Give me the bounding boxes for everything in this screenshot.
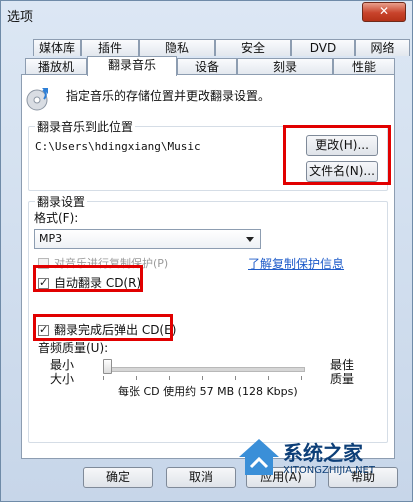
header-description: 指定音乐的存储位置并更改翻录设置。 [66, 89, 271, 103]
tab-player[interactable]: 播放机 [25, 58, 87, 75]
quality-slider-thumb[interactable] [103, 359, 112, 374]
quality-note: 每张 CD 使用约 57 MB (128 Kbps) [118, 385, 298, 398]
tab-row-top: 媒体库 插件 隐私 安全 DVD 网络 [33, 39, 410, 57]
tab-rip-music[interactable]: 翻录音乐 [87, 56, 177, 76]
quality-slider-track[interactable] [103, 367, 305, 372]
rip-location-label: 翻录音乐到此位置 [35, 118, 136, 135]
chevron-down-icon [246, 237, 254, 242]
format-select[interactable]: MP3 [34, 229, 261, 249]
slider-tick [103, 376, 104, 380]
close-button[interactable]: ✕ [362, 2, 406, 22]
quality-min-label-2: 大小 [50, 372, 75, 386]
slider-tick [202, 376, 203, 380]
tab-performance[interactable]: 性能 [333, 58, 395, 75]
highlight-box-buttons [283, 125, 391, 185]
tab-security[interactable]: 安全 [215, 39, 291, 56]
quality-label: 音频质量(U): [38, 341, 109, 355]
watermark-brand: 系统之家 [283, 441, 363, 465]
tab-devices[interactable]: 设备 [177, 58, 237, 75]
tab-burn[interactable]: 刻录 [237, 58, 333, 75]
tab-privacy[interactable]: 隐私 [139, 39, 215, 56]
highlight-box-auto-rip [33, 265, 143, 292]
tab-library[interactable]: 媒体库 [33, 39, 81, 56]
copy-protect-link[interactable]: 了解复制保护信息 [248, 255, 344, 272]
highlight-box-eject [33, 314, 173, 341]
tab-network[interactable]: 网络 [355, 39, 410, 56]
title-bar: 选项 ✕ [1, 1, 412, 27]
rip-location-path: C:\Users\hdingxiang\Music [35, 140, 201, 153]
tab-plugins[interactable]: 插件 [81, 39, 139, 56]
format-value: MP3 [39, 232, 63, 245]
quality-max-label-2: 质量 [330, 372, 355, 386]
ok-button[interactable]: 确定 [83, 467, 153, 488]
tab-dvd[interactable]: DVD [291, 39, 355, 56]
slider-tick [169, 376, 170, 380]
slider-tick [301, 376, 302, 380]
house-logo-icon [239, 439, 279, 475]
window-title: 选项 [7, 10, 34, 25]
watermark-url: XITONGZHIJIA.NET [283, 465, 375, 476]
slider-tick [268, 376, 269, 380]
watermark-logo: 系统之家 XITONGZHIJIA.NET [237, 433, 397, 485]
cancel-button[interactable]: 取消 [166, 467, 236, 488]
options-dialog: 选项 ✕ 媒体库 插件 隐私 安全 DVD 网络 播放机 翻录音乐 设备 刻录 … [0, 0, 413, 502]
format-label: 格式(F): [34, 211, 79, 225]
cd-icon [26, 88, 48, 111]
rip-settings-label: 翻录设置 [35, 193, 88, 210]
slider-tick [235, 376, 236, 380]
slider-tick [136, 376, 137, 380]
